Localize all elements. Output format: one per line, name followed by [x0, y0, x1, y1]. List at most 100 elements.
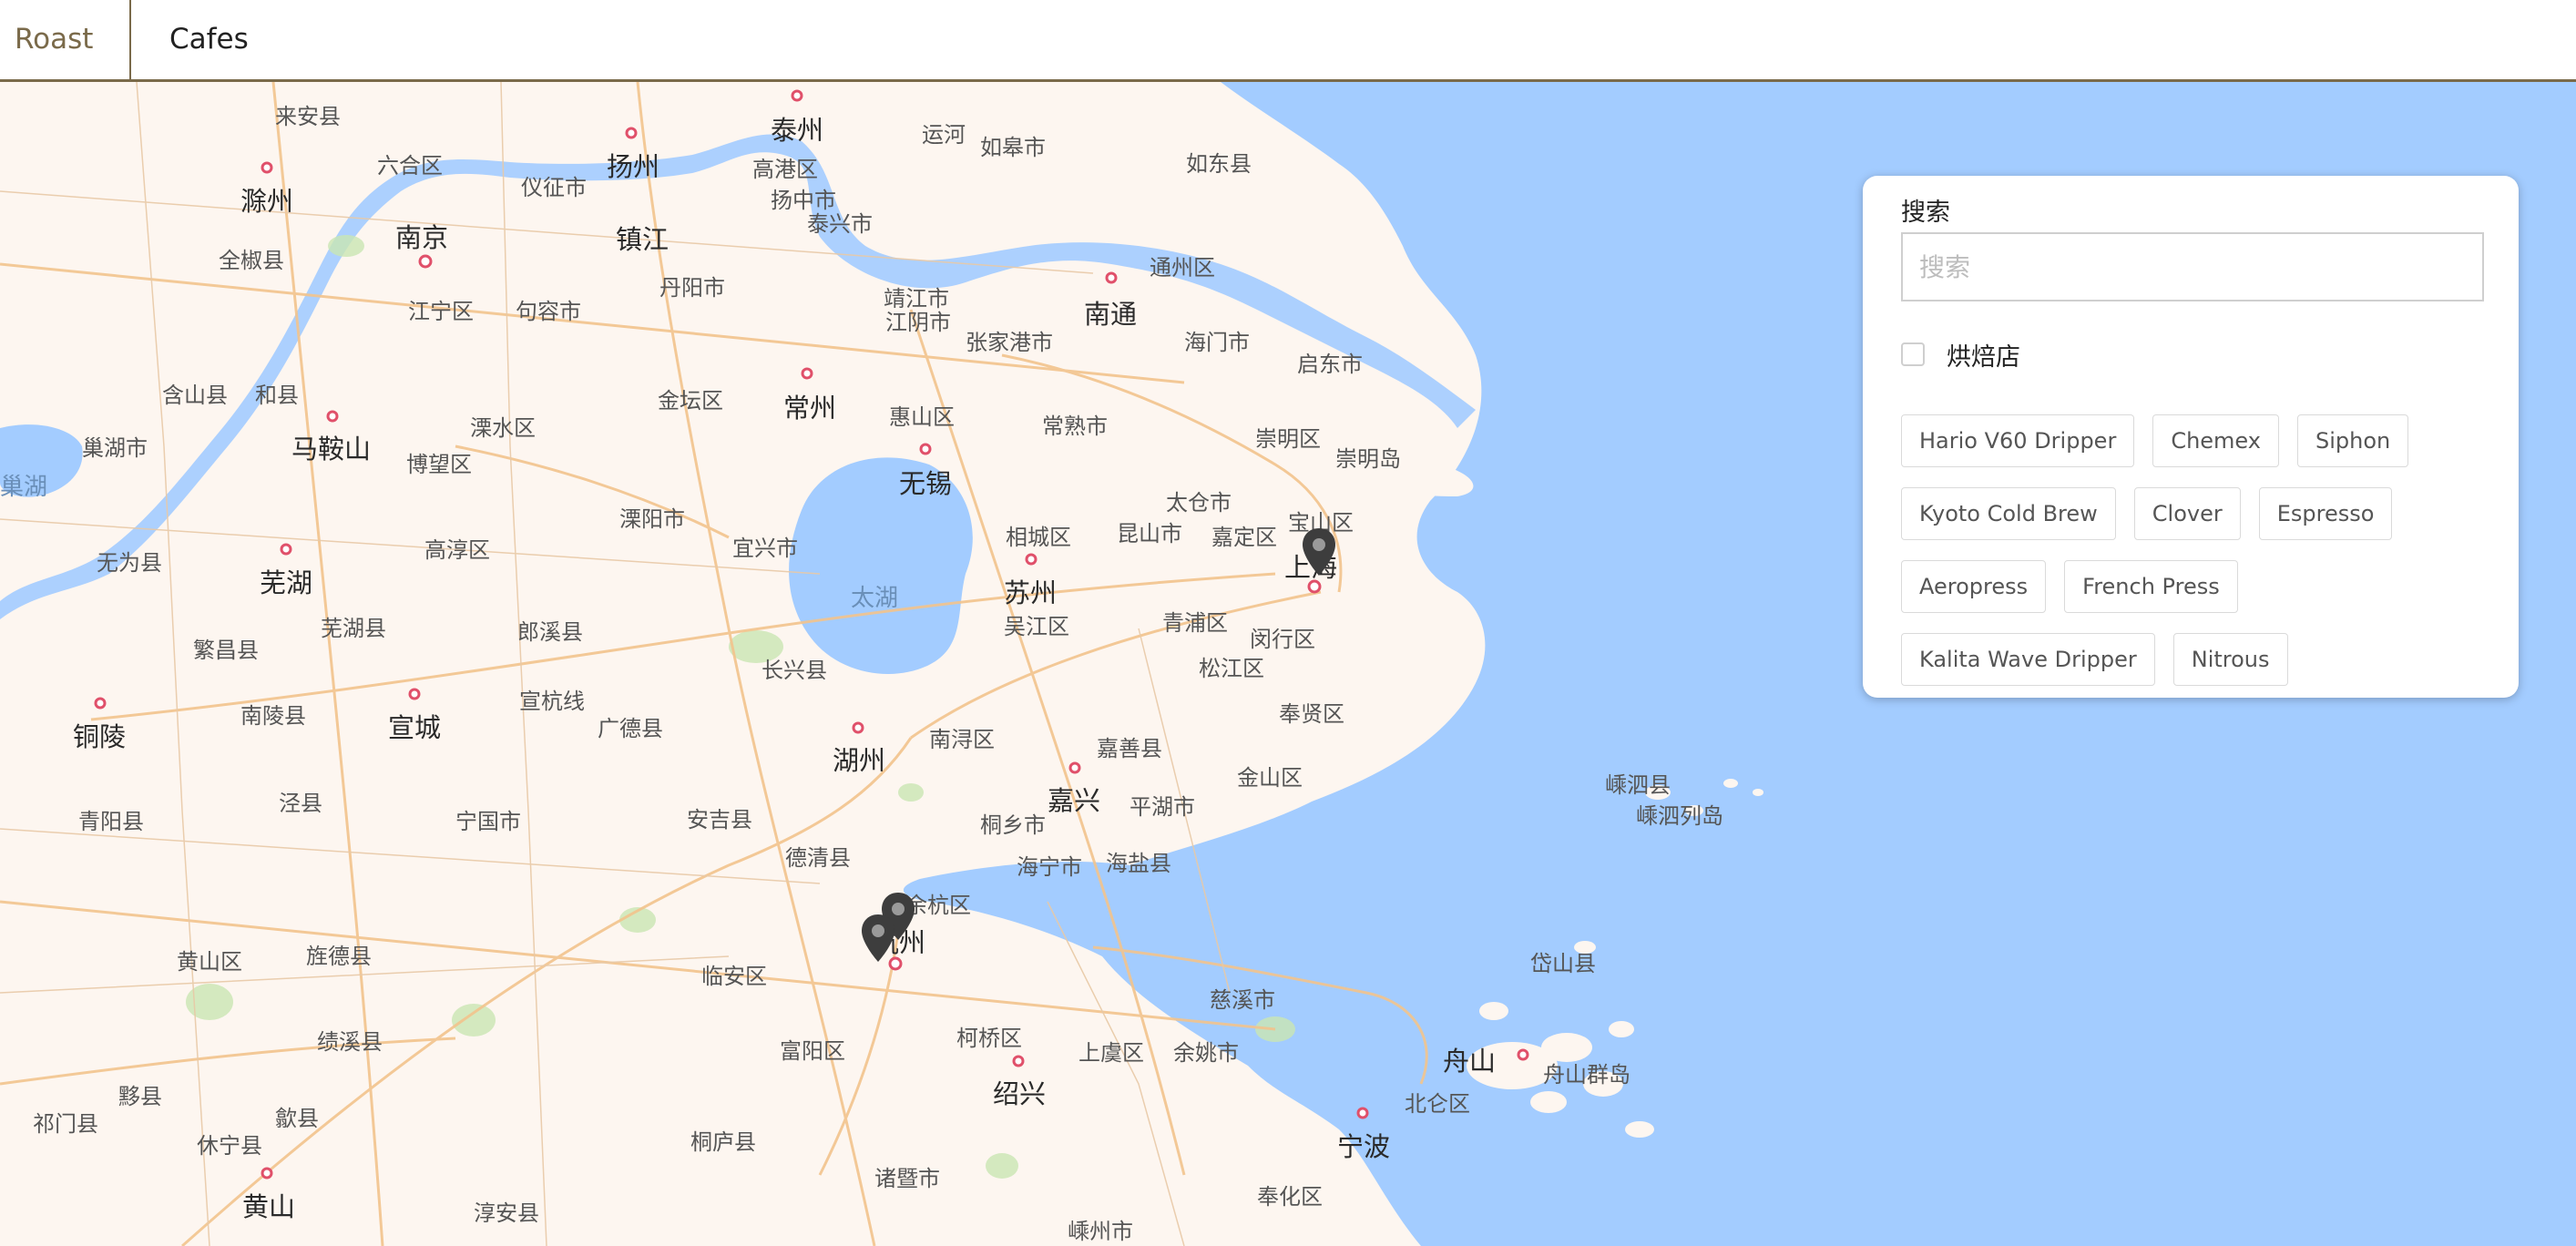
- map-label-yangzhou: 扬州: [607, 151, 660, 182]
- roaster-checkbox-label: 烘焙店: [1947, 342, 2020, 372]
- map-label-tongling: 铜陵: [73, 721, 127, 752]
- map-label-qingpu: 青浦区: [1162, 610, 1228, 636]
- map-label-fuyang: 富阳区: [780, 1038, 845, 1064]
- map-label-chongming: 崇明区: [1255, 426, 1321, 452]
- map-label-xuanzhou: 宣杭线: [519, 689, 585, 714]
- map-label-taihu: 太湖: [851, 585, 899, 612]
- brew-method-filters: Hario V60 Dripper Chemex Siphon Kyoto Co…: [1901, 414, 2493, 686]
- map-label-tonglu: 桐庐县: [690, 1129, 756, 1155]
- map-label-shaoxing: 绍兴: [993, 1078, 1047, 1109]
- map-label-nanjing: 南京: [395, 222, 449, 253]
- map-label-qidong: 启东市: [1297, 352, 1363, 377]
- map-label-xuancheng: 宣城: [388, 712, 442, 743]
- map-label-shengzhou: 嵊州市: [1068, 1219, 1133, 1244]
- search-input[interactable]: [1901, 232, 2484, 301]
- filter-panel: 搜索 烘焙店 Hario V60 Dripper Chemex Siphon K…: [1863, 176, 2519, 698]
- map-label-zhenjiang: 镇江: [616, 224, 670, 255]
- map-label-wuhu: 芜湖: [260, 567, 313, 598]
- map-label-yixian: 黟县: [118, 1084, 162, 1109]
- map-label-maanshan: 马鞍山: [291, 434, 372, 465]
- map-label-langxi: 郎溪县: [517, 619, 583, 645]
- map-label-gaochun: 高淳区: [424, 537, 490, 563]
- map-label-hexian: 和县: [255, 383, 299, 408]
- brew-method-chip[interactable]: French Press: [2064, 560, 2238, 613]
- map-label-bowang: 博望区: [406, 452, 472, 477]
- map-label-shangyu: 上虞区: [1078, 1040, 1144, 1066]
- map-label-yizheng: 仪征市: [521, 175, 587, 200]
- map-label-ningguo: 宁国市: [455, 809, 521, 834]
- map-label-wuhuxian: 芜湖县: [321, 616, 386, 641]
- map-label-gaogang: 高港区: [752, 157, 818, 182]
- top-nav: Roast Cafes: [0, 0, 2576, 82]
- map-label-songjiang: 松江区: [1199, 656, 1264, 681]
- map-label-chunan: 淳安县: [474, 1200, 539, 1226]
- brew-method-chip[interactable]: Aeropress: [1901, 560, 2047, 613]
- brew-method-chip[interactable]: Hario V60 Dripper: [1901, 414, 2135, 467]
- map-label-linan: 临安区: [701, 964, 767, 989]
- map-label-qimen: 祁门县: [33, 1111, 98, 1137]
- map-label-huzhou: 湖州: [833, 745, 886, 776]
- roaster-checkbox[interactable]: [1901, 342, 1925, 366]
- map-label-zhoushan: 舟山: [1443, 1046, 1497, 1077]
- map-label-chongmingdao: 崇明岛: [1335, 446, 1401, 472]
- map-label-taizhou: 泰州: [771, 115, 824, 146]
- map-label-zhangjiagang: 张家港市: [966, 330, 1053, 355]
- map-label-jiading: 嘉定区: [1211, 525, 1277, 550]
- map-label-jixi: 绩溪县: [317, 1029, 383, 1055]
- map-label-hanshan: 含山县: [162, 383, 228, 408]
- map-label-wuwei: 无为县: [97, 550, 162, 576]
- map-label-tongzhou: 通州区: [1150, 255, 1215, 281]
- map-label-jiashan: 嘉善县: [1097, 736, 1162, 761]
- map-label-shexian: 歙县: [275, 1106, 319, 1131]
- map-label-haining: 海宁市: [1017, 854, 1082, 880]
- map-label-fanchang: 繁昌县: [193, 638, 259, 663]
- map-label-haiyan: 海盐县: [1106, 851, 1171, 876]
- brew-method-chip[interactable]: Siphon: [2296, 414, 2409, 467]
- map-label-jintan: 金坛区: [658, 388, 723, 414]
- brew-method-chip[interactable]: Chemex: [2152, 414, 2279, 467]
- map-label-yuyao: 余姚市: [1173, 1040, 1239, 1066]
- map-label-huangshan: 黄山: [242, 1191, 296, 1222]
- map-label-cixi: 慈溪市: [1210, 987, 1275, 1013]
- brew-method-chip[interactable]: Kalita Wave Dripper: [1901, 633, 2155, 686]
- map-label-danyang: 丹阳市: [659, 275, 725, 301]
- map-label-shengsi: 嵊泗县: [1605, 772, 1671, 798]
- map-label-yunhe: 运河: [922, 122, 966, 148]
- roaster-filter[interactable]: 烘焙店: [1901, 338, 2020, 372]
- map-label-huishan: 惠山区: [889, 404, 955, 430]
- map-label-liuhe: 六合区: [377, 153, 443, 179]
- brew-method-chip[interactable]: Espresso: [2258, 487, 2393, 540]
- map-label-nantong: 南通: [1084, 299, 1138, 330]
- map-label-quanjiao: 全椒县: [219, 248, 284, 273]
- map-label-rudong: 如东县: [1186, 151, 1252, 177]
- map-label-laian: 来安县: [275, 104, 341, 129]
- map-label-jingde: 旌德县: [306, 944, 372, 969]
- map-label-ningbo: 宁波: [1337, 1131, 1391, 1162]
- map-label-huangshanqu: 黄山区: [177, 949, 242, 975]
- map-label-daishan: 岱山县: [1530, 951, 1596, 976]
- map-label-changzhou: 常州: [783, 393, 837, 424]
- map-label-taicang: 太仓市: [1166, 490, 1232, 516]
- map-label-zhuji: 诸暨市: [874, 1166, 940, 1191]
- brew-method-chip[interactable]: Clover: [2133, 487, 2241, 540]
- map-label-chaohu-lake: 巢湖: [0, 474, 48, 501]
- nav-link-cafes[interactable]: Cafes: [169, 0, 249, 79]
- map-label-minhang: 闵行区: [1250, 627, 1315, 652]
- map-label-nanxun: 南浔区: [929, 727, 995, 752]
- map-label-jurong: 句容市: [516, 299, 581, 324]
- brand-link[interactable]: Roast: [0, 0, 131, 79]
- map-label-lishui: 溧水区: [470, 415, 536, 441]
- map-label-qingyang: 青阳县: [78, 809, 144, 834]
- map-label-pinghu: 平湖市: [1130, 794, 1195, 820]
- map-label-suzhou: 苏州: [1004, 577, 1058, 608]
- map-label-nanling: 南陵县: [240, 703, 306, 729]
- map-label-wuxi: 无锡: [899, 468, 953, 499]
- map-label-jiaxing: 嘉兴: [1048, 785, 1101, 816]
- map-label-rugao: 如皋市: [980, 135, 1046, 160]
- map-label-zhoushanislands: 舟山群岛: [1543, 1062, 1630, 1088]
- map-label-fenghua: 奉化区: [1257, 1184, 1323, 1210]
- map-label-xiuning: 休宁县: [197, 1133, 262, 1159]
- brew-method-chip[interactable]: Kyoto Cold Brew: [1901, 487, 2116, 540]
- map-label-changxing: 长兴县: [762, 658, 827, 683]
- brew-method-chip[interactable]: Nitrous: [2172, 633, 2288, 686]
